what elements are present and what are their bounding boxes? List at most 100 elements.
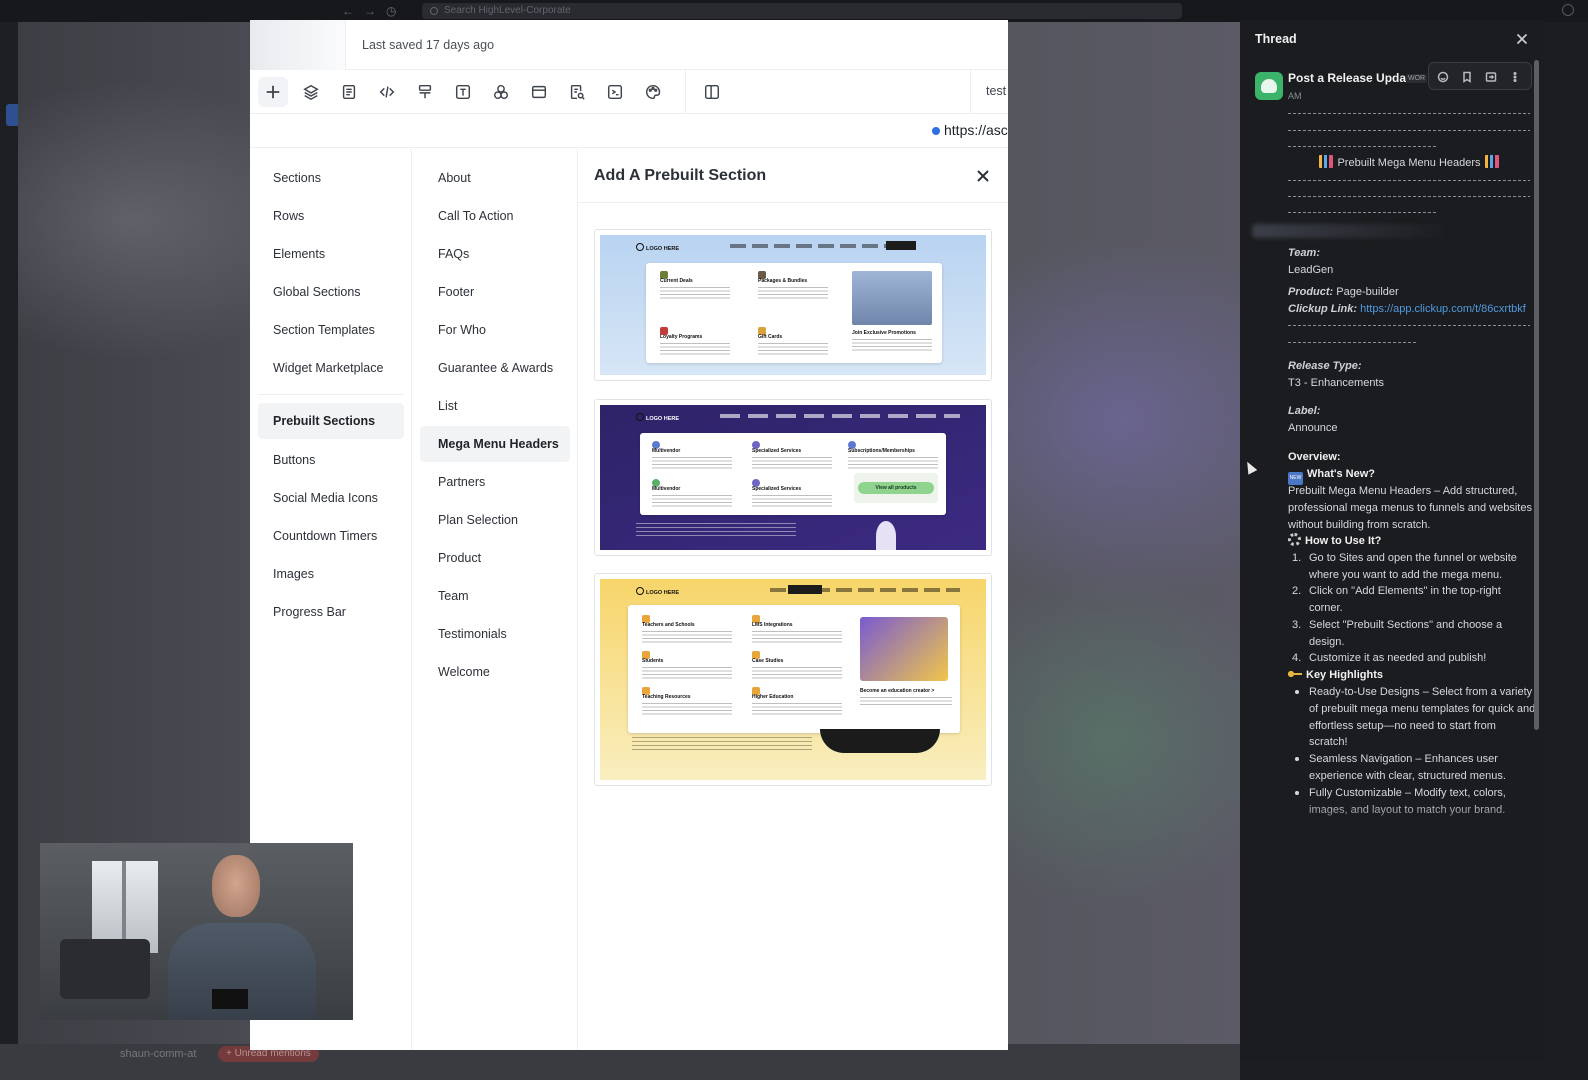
workspace-rail [0, 22, 18, 1062]
category-prebuilt-sections[interactable]: Prebuilt Sections [258, 403, 404, 439]
subcategory-product[interactable]: Product [420, 540, 570, 576]
search-page-icon[interactable] [562, 77, 592, 107]
history-nav-icons[interactable]: ←→◷ [342, 4, 406, 18]
template-mega-menu: Current Deals Packages & Bundles Loyalty… [646, 263, 942, 363]
template-cta-panel: View all products [854, 473, 938, 503]
prebuilt-template-card[interactable]: LOGO HERE Teachers and Schools LMS Integ… [594, 573, 992, 786]
subcategory-list[interactable]: List [420, 388, 570, 424]
thread-overlay-fade [1240, 800, 1544, 1060]
key-highlights-heading: Key Highlights [1288, 667, 1534, 684]
thread-panel: Thread Post a Release Update WOR AM Preb… [1240, 20, 1544, 1060]
channel-name[interactable]: shaun-comm-at [120, 1048, 196, 1060]
paint-roller-icon[interactable] [410, 77, 440, 107]
subcategory-welcome[interactable]: Welcome [420, 654, 570, 690]
palette-icon[interactable] [638, 77, 668, 107]
subcategory-team[interactable]: Team [420, 578, 570, 614]
key-emoji-icon [1288, 669, 1302, 679]
bot-avatar[interactable] [1255, 72, 1283, 100]
subcategory-footer[interactable]: Footer [420, 274, 570, 310]
category-rows[interactable]: Rows [258, 198, 404, 234]
preview-url[interactable]: https://asc [944, 122, 1008, 138]
last-saved-status: Last saved 17 days ago [362, 38, 495, 52]
highlight-item: Ready-to-Use Designs – Select from a var… [1288, 684, 1536, 751]
message-author[interactable]: Post a Release Update [1288, 71, 1417, 85]
thread-scrollbar[interactable] [1534, 60, 1539, 730]
add-icon[interactable] [258, 77, 288, 107]
subcategory-about[interactable]: About [420, 160, 570, 196]
add-prebuilt-section-panel: Add A Prebuilt Section LOGO HERE Current… [578, 149, 1008, 1050]
template-mega-menu: Teachers and Schools LMS Integrations St… [628, 605, 960, 733]
thread-title: Thread [1255, 32, 1297, 46]
close-icon[interactable] [1516, 32, 1530, 46]
template-image [852, 271, 932, 325]
release-type-field: Release Type: T3 - Enhancements [1288, 360, 1384, 389]
workspace-badge[interactable] [6, 104, 18, 126]
template-nav: LOGO HERE [600, 579, 986, 601]
subcategory-mega-menu-headers[interactable]: Mega Menu Headers [420, 426, 570, 462]
category-progress-bar[interactable]: Progress Bar [258, 594, 404, 630]
template-menu-item: Subscriptions/Memberships [848, 441, 938, 471]
template-menu-item: Specialized Services [752, 479, 832, 509]
page-icon[interactable] [334, 77, 364, 107]
template-tagline [632, 737, 812, 753]
release-headline: Prebuilt Mega Menu Headers [1288, 155, 1530, 169]
shapes-icon[interactable] [486, 77, 516, 107]
subcategory-guarantee-awards[interactable]: Guarantee & Awards [420, 350, 570, 386]
layout-icon[interactable] [524, 77, 554, 107]
clickup-link[interactable]: https://app.clickup.com/t/86cxrtbkf [1360, 303, 1526, 315]
prebuilt-template-card[interactable]: LOGO HERE Multivendor Specialized Servic… [594, 399, 992, 556]
app-top-bar: ←→◷ Search HighLevel-Corporate [0, 0, 1588, 22]
category-global-sections[interactable]: Global Sections [258, 274, 404, 310]
team-field: Team: LeadGen [1288, 247, 1334, 276]
workspace-search-input[interactable]: Search HighLevel-Corporate [422, 3, 1182, 19]
text-icon[interactable] [448, 77, 478, 107]
builder-toolbar: test [250, 70, 1008, 114]
code-icon[interactable] [372, 77, 402, 107]
split-view-icon[interactable] [697, 77, 727, 107]
template-logo: LOGO HERE [636, 413, 679, 422]
label-field: Label: Announce [1288, 405, 1338, 434]
prebuilt-panel-header: Add A Prebuilt Section [578, 149, 1008, 203]
subcategory-faqs[interactable]: FAQs [420, 236, 570, 272]
preview-url-row: https://asc [250, 114, 1008, 148]
category-sections[interactable]: Sections [258, 160, 404, 196]
category-elements[interactable]: Elements [258, 236, 404, 272]
template-logo: LOGO HERE [636, 243, 679, 252]
close-icon[interactable] [972, 165, 994, 187]
template-menu-item: Multivendor [652, 479, 732, 509]
category-countdown-timers[interactable]: Countdown Timers [258, 518, 404, 554]
more-options-icon[interactable] [1509, 70, 1523, 84]
prebuilt-subcategories: About Call To Action FAQs Footer For Who… [412, 149, 578, 1050]
terminal-icon[interactable] [600, 77, 630, 107]
template-image [860, 617, 948, 681]
whats-new-body: Prebuilt Mega Menu Headers – Add structu… [1288, 485, 1532, 531]
category-buttons[interactable]: Buttons [258, 442, 404, 478]
category-section-templates[interactable]: Section Templates [258, 312, 404, 348]
add-reaction-icon[interactable] [1437, 70, 1451, 84]
divider-line [1288, 180, 1530, 181]
layers-icon[interactable] [296, 77, 326, 107]
page-builder-window: Last saved 17 days ago test https://asc … [250, 20, 1008, 1050]
forward-icon[interactable] [1485, 70, 1499, 84]
subcategory-for-who[interactable]: For Who [420, 312, 570, 348]
template-menu-item: Teachers and Schools [642, 615, 732, 645]
category-images[interactable]: Images [258, 556, 404, 592]
prebuilt-template-card[interactable]: LOGO HERE Current Deals Packages & Bundl… [594, 229, 992, 381]
subcategory-testimonials[interactable]: Testimonials [420, 616, 570, 652]
how-to-step: 3. Select "Prebuilt Sections" and choose … [1292, 619, 1503, 648]
message-time[interactable]: AM [1288, 91, 1302, 101]
subcategory-partners[interactable]: Partners [420, 464, 570, 500]
presenter-microphone [212, 989, 248, 1009]
bookmark-icon[interactable] [1461, 70, 1475, 84]
category-social-media-icons[interactable]: Social Media Icons [258, 480, 404, 516]
category-widget-marketplace[interactable]: Widget Marketplace [258, 350, 404, 386]
template-menu-item: Packages & Bundles [758, 271, 828, 301]
help-icon[interactable] [1562, 4, 1574, 16]
template-active-nav-item [788, 585, 822, 594]
subcategory-plan-selection[interactable]: Plan Selection [420, 502, 570, 538]
device-test-label[interactable]: test [986, 84, 1006, 98]
template-promo: Become an education creator > [860, 688, 952, 705]
template-active-nav-item [886, 241, 916, 250]
subcategory-call-to-action[interactable]: Call To Action [420, 198, 570, 234]
template-menu-item: Teaching Resources [642, 687, 732, 717]
